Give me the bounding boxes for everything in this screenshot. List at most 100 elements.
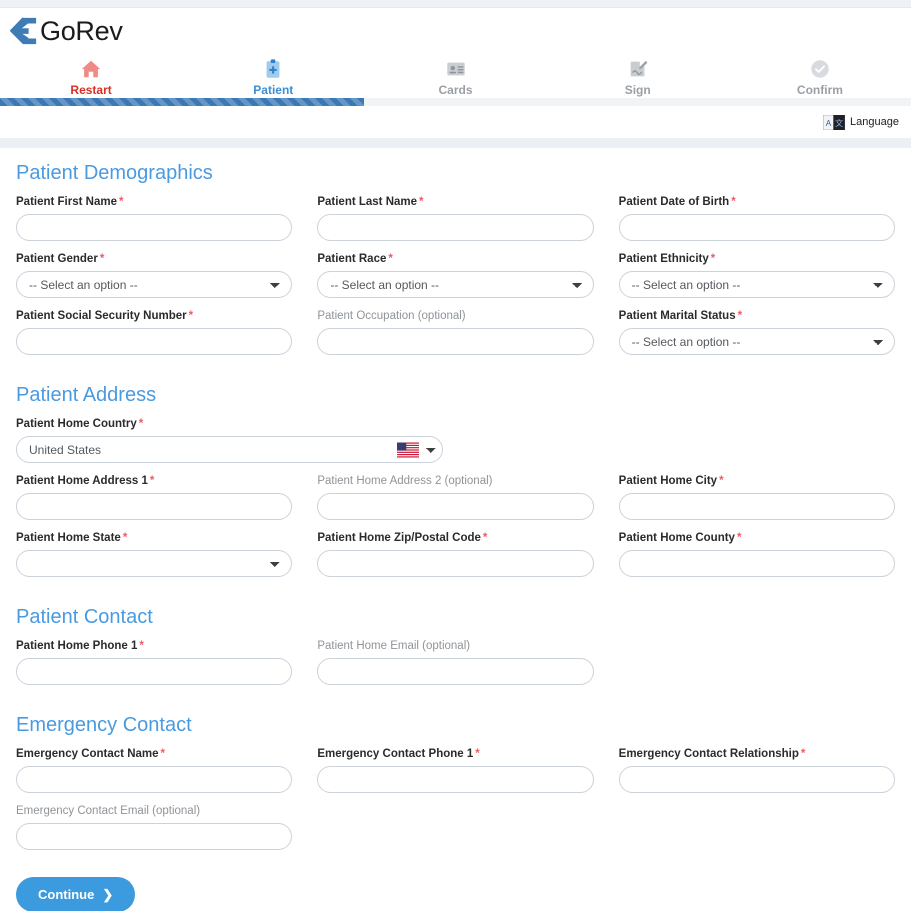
patient-form: Patient Demographics Patient First Name * P… [0,148,911,911]
input-patient-home-county[interactable] [618,550,895,577]
label-text: Patient Home Email (optional) [317,640,471,652]
label-text: Emergency Contact Phone 1 [317,748,474,760]
label-patient-occupation-optional: Patient Occupation (optional) [317,309,593,323]
select-patient-ethnicity[interactable]: -- Select an option -- [618,271,895,298]
field-patient-home-country: Patient Home Country * United States [16,417,594,463]
select-patient-home-country[interactable]: United States [16,436,443,463]
label-text: Patient Marital Status [618,310,736,322]
gorev-logo[interactable]: GoRev [8,16,123,46]
label-text: Patient Home Zip/Postal Code [317,532,481,544]
required-asterisk: * [139,640,144,652]
input-patient-occupation-optional[interactable] [317,328,594,355]
label-text: Patient Home Address 1 [16,475,148,487]
input-patient-home-phone-1[interactable] [16,658,293,685]
select-patient-gender[interactable]: -- Select an option -- [16,271,293,298]
label-emergency-contact-relationship: Emergency Contact Relationship * [619,747,895,761]
field-patient-home-zip-postal-code: Patient Home Zip/Postal Code * [317,531,594,577]
input-patient-home-email-optional[interactable] [317,658,594,685]
field-patient-race: Patient Race * -- Select an option -- [317,252,594,298]
label-patient-home-address-1: Patient Home Address 1 * [16,474,292,488]
label-patient-first-name: Patient First Name * [16,195,292,209]
label-patient-date-of-birth: Patient Date of Birth * [619,195,895,209]
required-asterisk: * [388,253,393,265]
google-translate-icon: A 文 [823,114,845,130]
input-patient-social-security-number[interactable] [16,328,293,355]
section-divider-band [0,138,911,148]
step-sign-label: Sign [624,83,651,97]
step-restart[interactable]: Restart [0,58,182,97]
section-title-emergency-contact: Emergency Contact [16,714,192,736]
form-actions: Continue ❯ [16,877,895,911]
label-text: Patient Last Name [317,196,418,208]
field-patient-ethnicity: Patient Ethnicity * -- Select an option -- [618,252,895,298]
field-emergency-contact-phone-1: Emergency Contact Phone 1 * [317,747,594,793]
chevron-right-icon: ❯ [102,887,114,902]
step-sign[interactable]: Sign [547,58,729,97]
section-title-patient-contact: Patient Contact [16,606,153,628]
required-asterisk: * [736,532,742,544]
step-navigation: Restart Patient Cards Sign Confirm [0,58,911,97]
step-confirm-label: Confirm [796,83,843,97]
input-patient-home-city[interactable] [618,493,895,520]
field-patient-first-name: Patient First Name * [16,195,293,241]
label-patient-gender: Patient Gender * [16,252,292,266]
label-emergency-contact-name: Emergency Contact Name * [16,747,292,761]
label-patient-home-country: Patient Home Country * [16,417,594,431]
step-patient[interactable]: Patient [182,58,364,97]
input-emergency-contact-email-optional[interactable] [16,823,293,850]
required-asterisk: * [149,475,155,487]
required-asterisk: * [99,253,105,265]
home-icon [81,60,101,78]
required-asterisk: * [138,418,144,430]
field-patient-home-email-optional: Patient Home Email (optional) [317,639,594,685]
input-patient-date-of-birth[interactable] [618,214,895,241]
language-selector[interactable]: A 文 Language [823,114,899,130]
label-patient-home-zip-postal-code: Patient Home Zip/Postal Code * [317,531,593,545]
label-text: Emergency Contact Name [16,748,159,760]
label-patient-ethnicity: Patient Ethnicity * [619,252,895,266]
signature-icon [630,60,648,77]
required-asterisk: * [160,748,166,760]
language-label: Language [850,116,899,128]
field-patient-home-city: Patient Home City * [618,474,895,520]
continue-button[interactable]: Continue ❯ [16,877,136,911]
input-emergency-contact-relationship[interactable] [618,766,895,793]
label-text: Patient Home Phone 1 [16,640,138,652]
clipboard-plus-icon [266,59,280,78]
step-patient-label: Patient [253,83,294,97]
step-cards[interactable]: Cards [364,58,546,97]
label-patient-marital-status: Patient Marital Status * [619,309,895,323]
required-asterisk: * [419,196,424,208]
field-grid-patient-contact: Patient Home Phone 1 * Patient Home Email … [16,639,895,696]
gorev-logo-icon [9,17,37,45]
label-patient-home-phone-1: Patient Home Phone 1 * [16,639,292,653]
input-patient-first-name[interactable] [16,214,293,241]
required-asterisk: * [710,253,716,265]
input-patient-home-zip-postal-code[interactable] [317,550,594,577]
field-patient-home-phone-1: Patient Home Phone 1 * [16,639,293,685]
input-patient-last-name[interactable] [317,214,594,241]
label-text: Emergency Contact Email (optional) [16,805,201,817]
field-patient-home-address-2-optional: Patient Home Address 2 (optional) [317,474,594,520]
required-asterisk: * [188,310,194,322]
label-patient-home-email-optional: Patient Home Email (optional) [317,639,593,653]
select-patient-home-state[interactable] [16,550,293,577]
required-asterisk: * [737,310,743,322]
step-cards-label: Cards [438,83,473,97]
input-emergency-contact-name[interactable] [16,766,293,793]
input-patient-home-address-1[interactable] [16,493,293,520]
field-grid-emergency-contact: Emergency Contact Name * Emergency Contact… [16,747,895,861]
field-patient-home-county: Patient Home County * [618,531,895,577]
progress-bar-fill [0,98,365,106]
label-text: Patient Home City [618,475,718,487]
select-patient-marital-status[interactable]: -- Select an option -- [618,328,895,355]
label-emergency-contact-phone-1: Emergency Contact Phone 1 * [317,747,593,761]
progress-bar-track [0,98,911,106]
field-emergency-contact-name: Emergency Contact Name * [16,747,293,793]
field-patient-social-security-number: Patient Social Security Number * [16,309,293,355]
input-patient-home-address-2-optional[interactable] [317,493,594,520]
patient-intake-page: GoRev Restart Patient Cards Sign Confirm… [0,0,911,911]
input-emergency-contact-phone-1[interactable] [317,766,594,793]
select-patient-race[interactable]: -- Select an option -- [317,271,594,298]
step-confirm[interactable]: Confirm [729,58,911,97]
